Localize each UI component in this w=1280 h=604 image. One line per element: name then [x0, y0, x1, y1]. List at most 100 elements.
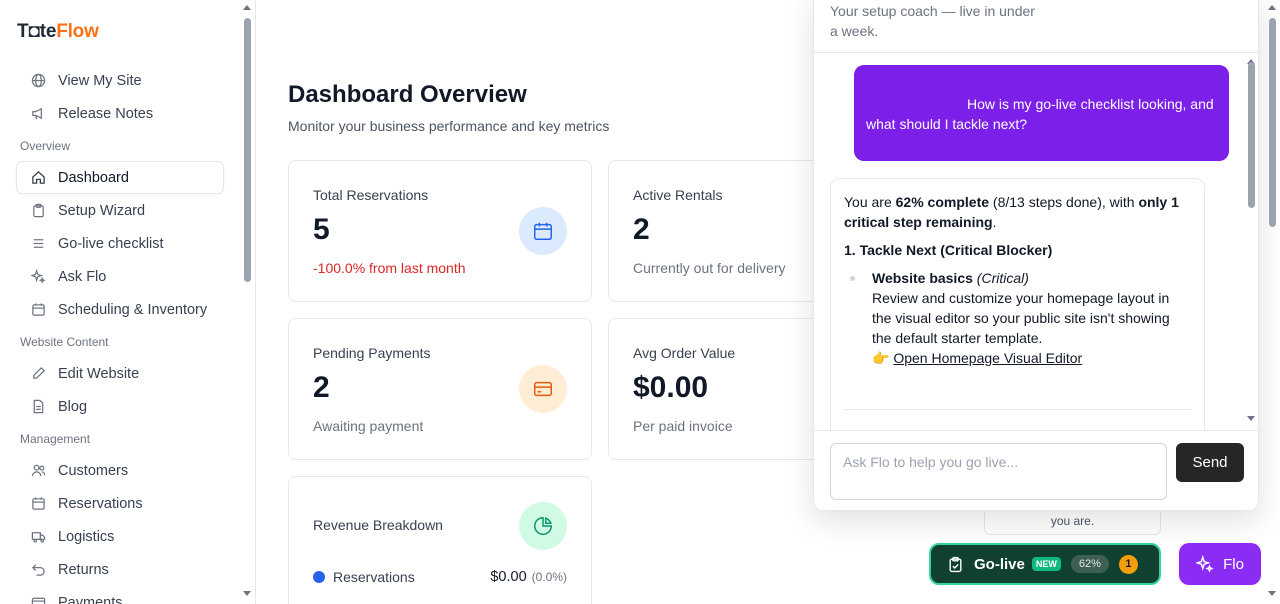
- card-active-rentals[interactable]: Active Rentals 2 Currently out for deliv…: [608, 160, 828, 302]
- revenue-row-label: Reservations: [333, 569, 415, 585]
- card-label: Active Rentals: [633, 187, 723, 203]
- chat-composer: Send: [814, 430, 1258, 510]
- user-message-bubble: How is my go-live checklist looking, and…: [854, 65, 1229, 161]
- card-avg-order-value[interactable]: Avg Order Value $0.00 Per paid invoice: [608, 318, 828, 460]
- card-label: Total Reservations: [313, 187, 429, 203]
- card-revenue-breakdown[interactable]: Revenue Breakdown Reservations $0.00 (0.…: [288, 476, 592, 604]
- assistant-message-bubble: You are 62% complete (8/13 steps done), …: [830, 178, 1205, 430]
- sidebar-scroll-down-arrow[interactable]: [243, 591, 251, 596]
- pointing-hand-icon: 👉: [872, 350, 890, 366]
- card-sub: Currently out for delivery: [633, 260, 786, 276]
- summary-text: .: [992, 214, 997, 230]
- sidebar-item-setup-wizard[interactable]: Setup Wizard: [16, 194, 224, 227]
- card-label: Avg Order Value: [633, 345, 736, 361]
- chat-messages[interactable]: How is my go-live checklist looking, and…: [814, 53, 1258, 430]
- send-button[interactable]: Send: [1176, 443, 1244, 482]
- sidebar-item-ask-flo[interactable]: Ask Flo: [16, 260, 224, 293]
- item-tag: (Critical): [976, 270, 1029, 286]
- document-icon: [33, 399, 44, 414]
- card-trend: -100.0% from last month: [313, 260, 466, 276]
- item-body: Review and customize your homepage layou…: [872, 290, 1170, 346]
- card-icon: [31, 597, 46, 604]
- sidebar-scroll-up-arrow[interactable]: [243, 5, 251, 10]
- sidebar-item-label: Go-live checklist: [58, 235, 164, 252]
- credit-card-icon: [519, 365, 567, 413]
- revenue-row-percent: (0.0%): [531, 570, 567, 584]
- go-live-button[interactable]: Go-live NEW 62% 1: [929, 543, 1161, 585]
- sidebar: T◘teFlow View My Site Release Notes Over…: [0, 0, 256, 604]
- sparkle-icon: [1196, 555, 1214, 573]
- card-value: 5: [313, 213, 330, 246]
- card-value: 2: [313, 371, 330, 404]
- sparkle-icon: [31, 269, 46, 284]
- go-live-label: Go-live: [974, 555, 1025, 573]
- chat-scrollbar[interactable]: [1248, 62, 1255, 208]
- home-icon: [32, 170, 45, 184]
- flo-button[interactable]: Flo: [1179, 543, 1261, 585]
- sidebar-scrollbar[interactable]: [244, 18, 251, 282]
- card-total-reservations[interactable]: Total Reservations 5 -100.0% from last m…: [288, 160, 592, 302]
- open-homepage-editor-link[interactable]: Open Homepage Visual Editor: [893, 350, 1082, 366]
- section-overview: Overview: [20, 138, 71, 153]
- new-badge: NEW: [1031, 557, 1061, 571]
- item-title: Website basics: [872, 270, 973, 286]
- sidebar-item-blog[interactable]: Blog: [16, 390, 224, 423]
- page-scroll-up-arrow[interactable]: [1268, 5, 1276, 10]
- assistant-list-item: Website basics (Critical) Review and cus…: [844, 268, 1191, 368]
- sidebar-item-reservations[interactable]: Reservations: [16, 487, 224, 520]
- page-scroll-down-arrow[interactable]: [1268, 591, 1276, 596]
- sidebar-item-label: Setup Wizard: [58, 202, 146, 219]
- chat-input[interactable]: [830, 443, 1167, 500]
- users-icon: [31, 464, 46, 477]
- assistant-heading: 1. Tackle Next (Critical Blocker): [844, 242, 1053, 258]
- sidebar-item-release-notes[interactable]: Release Notes: [16, 97, 224, 130]
- legend-dot: [313, 571, 325, 583]
- card-value: $0.00: [633, 371, 709, 404]
- pen-icon: [33, 367, 45, 379]
- truck-icon: [31, 532, 46, 543]
- card-pending-payments[interactable]: Pending Payments 2 Awaiting payment: [288, 318, 592, 460]
- card-label: Revenue Breakdown: [313, 517, 443, 533]
- logo-mark: ◘: [28, 21, 40, 42]
- sidebar-item-label: Reservations: [58, 495, 143, 512]
- divider: [844, 409, 1191, 410]
- progress-badge: 62%: [1070, 555, 1109, 573]
- sidebar-item-label: Release Notes: [58, 105, 154, 122]
- chat-scroll-down-arrow[interactable]: [1247, 416, 1255, 421]
- section-website-content: Website Content: [20, 334, 109, 349]
- sidebar-item-label: Customers: [58, 462, 129, 479]
- revenue-row-reservations: Reservations $0.00 (0.0%): [313, 569, 567, 585]
- sidebar-item-label: Edit Website: [58, 365, 140, 382]
- calendar-icon: [32, 303, 45, 316]
- list-icon: [33, 239, 44, 248]
- sidebar-item-label: View My Site: [58, 72, 142, 89]
- sidebar-item-customers[interactable]: Customers: [16, 454, 224, 487]
- count-badge: 1: [1118, 554, 1138, 574]
- card-sub: Per paid invoice: [633, 418, 733, 434]
- clipboard-check-icon: [949, 556, 962, 572]
- sidebar-item-edit-website[interactable]: Edit Website: [16, 357, 224, 390]
- section-management: Management: [20, 431, 91, 446]
- sidebar-item-go-live-checklist[interactable]: Go-live checklist: [16, 227, 224, 260]
- calendar-icon: [519, 207, 567, 255]
- page-title: Dashboard Overview: [288, 81, 527, 108]
- sidebar-item-payments[interactable]: Payments: [16, 586, 224, 604]
- sidebar-item-label: Ask Flo: [58, 268, 107, 285]
- sidebar-item-returns[interactable]: Returns: [16, 553, 224, 586]
- page-scrollbar[interactable]: [1269, 18, 1276, 227]
- summary-text: You are: [844, 194, 896, 210]
- megaphone-icon: [32, 107, 42, 120]
- sidebar-item-view-my-site[interactable]: View My Site: [16, 64, 224, 97]
- flo-chat-panel: Your setup coach — live in under a week.…: [813, 0, 1259, 511]
- card-sub: Awaiting payment: [313, 418, 424, 434]
- chat-header-subtitle: Your setup coach — live in under a week.: [830, 1, 1070, 41]
- sidebar-item-label: Logistics: [58, 528, 115, 545]
- clipboard-icon: [33, 203, 44, 218]
- brand-logo[interactable]: T◘teFlow: [17, 21, 99, 43]
- sidebar-item-logistics[interactable]: Logistics: [16, 520, 224, 553]
- summary-percent: 62% complete: [895, 194, 990, 210]
- sidebar-item-label: Payments: [58, 594, 123, 604]
- sidebar-item-dashboard[interactable]: Dashboard: [16, 161, 224, 194]
- sidebar-item-scheduling-inventory[interactable]: Scheduling & Inventory: [16, 293, 224, 326]
- chat-header-line: Your setup coach — live in under: [830, 3, 1035, 19]
